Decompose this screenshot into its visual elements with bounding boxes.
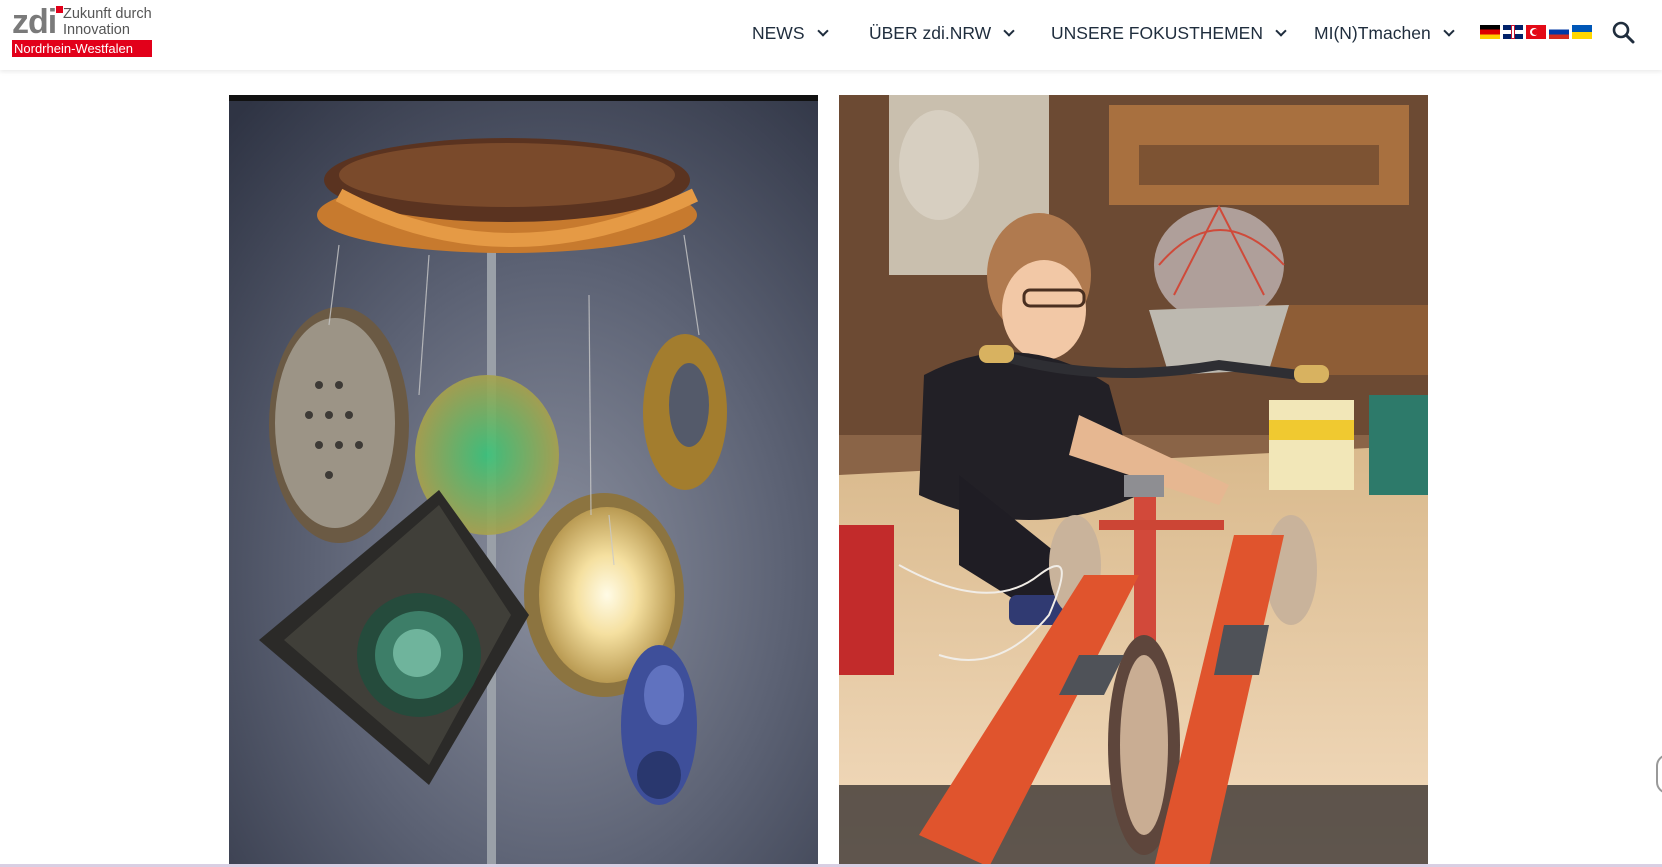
zdi-logo[interactable]: zdi Zukunft durch Innovation Nordrhein-W… bbox=[12, 5, 162, 59]
nav-item-label: ÜBER zdi.NRW bbox=[869, 22, 992, 43]
flag-ua-icon[interactable] bbox=[1572, 25, 1592, 39]
nav-item-label: NEWS bbox=[752, 22, 805, 43]
flag-de-icon[interactable] bbox=[1480, 25, 1500, 39]
gallery-image-workshop[interactable] bbox=[839, 95, 1428, 867]
nav-item-label: UNSERE FOKUSTHEMEN bbox=[1051, 22, 1263, 43]
nav-item-label: MI(N)Tmachen bbox=[1314, 22, 1431, 43]
logo-region: Nordrhein-Westfalen bbox=[12, 40, 152, 57]
gallery-image-lamp-mobile[interactable] bbox=[229, 95, 818, 867]
flag-ru-icon[interactable] bbox=[1549, 25, 1569, 39]
chevron-down-icon bbox=[1003, 24, 1015, 37]
scroll-to-top-handle[interactable] bbox=[1656, 754, 1662, 794]
chevron-down-icon bbox=[1275, 24, 1287, 37]
search-icon[interactable] bbox=[1611, 20, 1635, 44]
logo-tagline-2: Innovation bbox=[63, 22, 130, 38]
nav-item-fokusthemen[interactable]: UNSERE FOKUSTHEMEN bbox=[1051, 22, 1287, 44]
chevron-down-icon bbox=[1443, 24, 1455, 37]
flag-tr-icon[interactable] bbox=[1526, 25, 1546, 39]
flag-uk-icon[interactable] bbox=[1503, 25, 1523, 39]
chevron-down-icon bbox=[816, 24, 829, 37]
language-switcher bbox=[1480, 25, 1592, 39]
nav-item-news[interactable]: NEWS bbox=[752, 22, 829, 44]
site-header: zdi Zukunft durch Innovation Nordrhein-W… bbox=[0, 0, 1662, 70]
nav-item-ueber[interactable]: ÜBER zdi.NRW bbox=[869, 22, 1015, 44]
logo-tagline-1: Zukunft durch bbox=[63, 6, 152, 22]
logo-dot bbox=[56, 6, 63, 13]
logo-mark: zdi bbox=[12, 3, 57, 41]
nav-item-mintmachen[interactable]: MI(N)Tmachen bbox=[1314, 22, 1455, 44]
